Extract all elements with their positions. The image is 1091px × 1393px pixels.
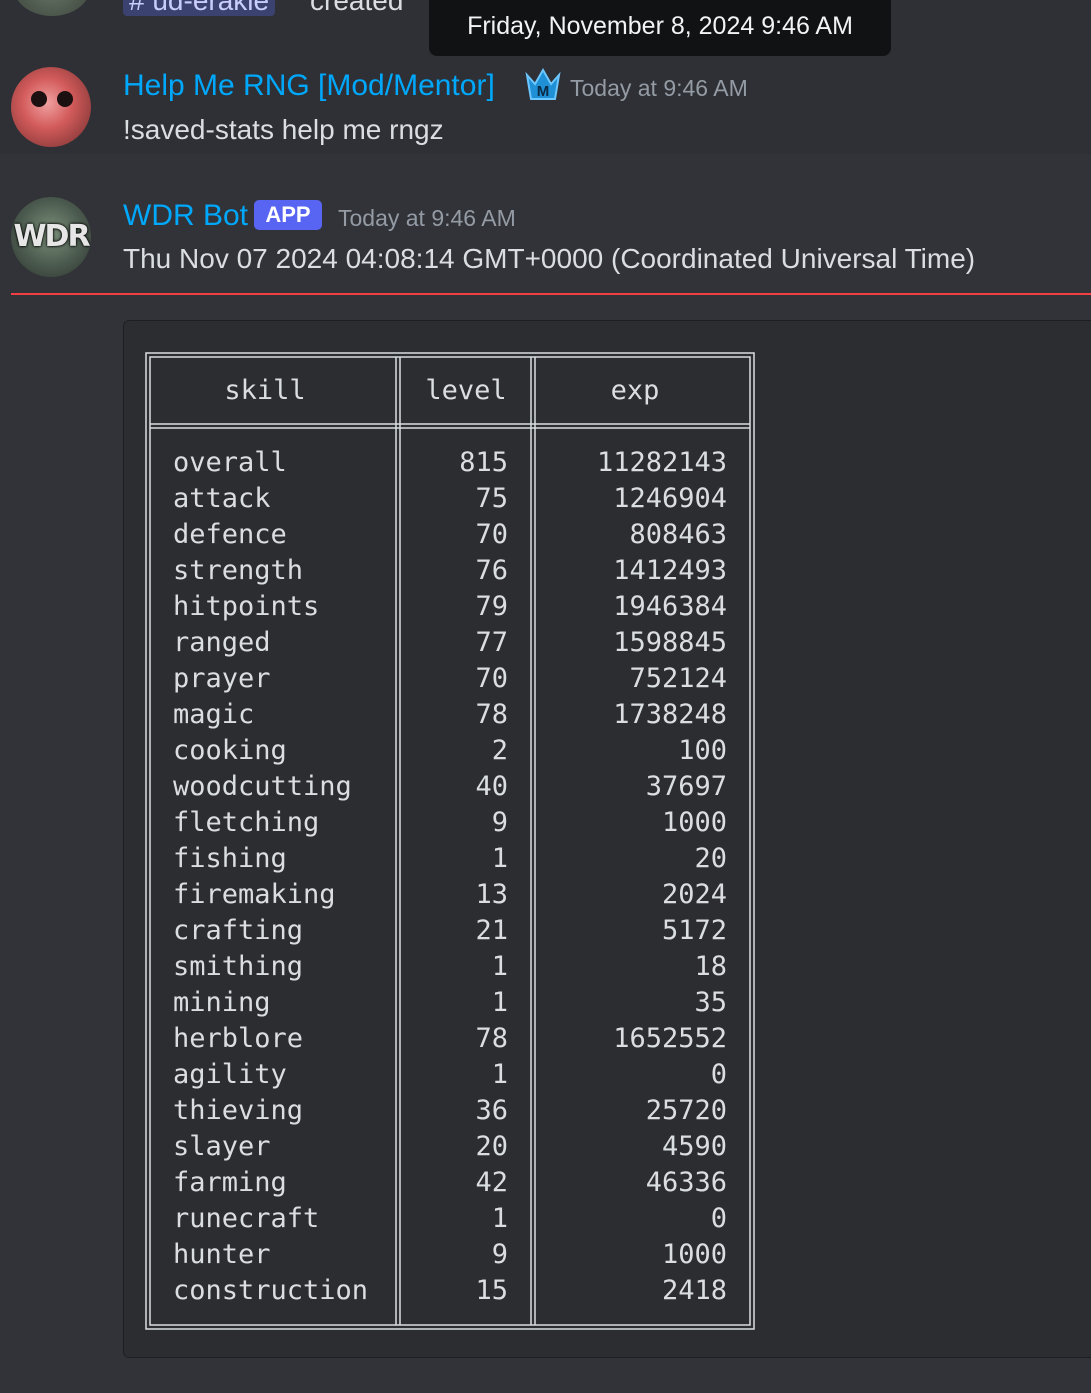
bot-username[interactable]: WDR Bot	[123, 198, 248, 234]
skill-cell: defence	[173, 519, 287, 550]
level-cell: 42	[475, 1167, 508, 1198]
mod-badge-letter: M	[537, 83, 550, 100]
exp-cell: 1652552	[613, 1023, 727, 1054]
skill-cell: cooking	[173, 735, 287, 766]
exp-cell: 100	[678, 735, 727, 766]
channel-mention[interactable]: # ud-erakle	[123, 0, 276, 16]
exp-cell: 1000	[662, 1239, 727, 1270]
message-help-me-rng[interactable]: Help Me RNG [Mod/Mentor] M Today at 9:46…	[0, 56, 1091, 154]
level-cell: 76	[475, 555, 508, 586]
exp-cell: 1000	[662, 807, 727, 838]
exp-cell: 25720	[646, 1095, 727, 1126]
level-cell: 1	[492, 1203, 508, 1234]
level-cell: 1	[492, 987, 508, 1018]
skill-cell: slayer	[173, 1131, 271, 1162]
new-messages-divider	[11, 293, 1091, 295]
level-cell: 77	[475, 627, 508, 658]
message-content: !saved-stats help me rngz	[123, 114, 444, 145]
level-cell: 9	[492, 807, 508, 838]
level-cell: 2	[492, 735, 508, 766]
table-header-level: level	[425, 375, 506, 406]
bot-message-timestamp[interactable]: Today at 9:46 AM	[338, 203, 516, 233]
skill-cell: herblore	[173, 1023, 303, 1054]
exp-cell: 1598845	[613, 627, 727, 658]
level-cell: 78	[475, 1023, 508, 1054]
level-cell: 1	[492, 1059, 508, 1090]
created-text: created	[310, 0, 404, 16]
exp-cell: 18	[694, 951, 727, 982]
level-cell: 21	[475, 915, 508, 946]
level-cell: 70	[475, 663, 508, 694]
exp-cell: 35	[694, 987, 727, 1018]
level-cell: 70	[475, 519, 508, 550]
level-cell: 1	[492, 843, 508, 874]
level-cell: 36	[475, 1095, 508, 1126]
level-cell: 75	[475, 483, 508, 514]
level-cell: 1	[492, 951, 508, 982]
skill-cell: magic	[173, 699, 254, 730]
bot-avatar[interactable]: WDR	[11, 197, 91, 277]
stats-table: skill level exp overall 815 11282143 attack 75 1…	[145, 352, 755, 1330]
level-cell: 13	[475, 879, 508, 910]
skill-cell: farming	[173, 1167, 287, 1198]
table-header-skill: skill	[224, 375, 305, 406]
exp-cell: 20	[694, 843, 727, 874]
exp-cell: 808463	[629, 519, 727, 550]
exp-cell: 37697	[646, 771, 727, 802]
exp-cell: 4590	[662, 1131, 727, 1162]
exp-cell: 2024	[662, 879, 727, 910]
skill-cell: mining	[173, 987, 271, 1018]
avatar[interactable]	[11, 67, 91, 147]
skill-cell: runecraft	[173, 1203, 319, 1234]
skill-cell: ranged	[173, 627, 271, 658]
exp-cell: 1946384	[613, 591, 727, 622]
exp-cell: 0	[711, 1203, 727, 1234]
username[interactable]: Help Me RNG [Mod/Mentor]	[123, 68, 495, 104]
skill-cell: fletching	[173, 807, 319, 838]
exp-cell: 2418	[662, 1275, 727, 1306]
exp-cell: 1412493	[613, 555, 727, 586]
level-cell: 78	[475, 699, 508, 730]
level-cell: 79	[475, 591, 508, 622]
level-cell: 40	[475, 771, 508, 802]
skill-cell: hunter	[173, 1239, 271, 1270]
skill-cell: crafting	[173, 915, 303, 946]
level-cell: 20	[475, 1131, 508, 1162]
skill-cell: strength	[173, 555, 303, 586]
exp-cell: 1738248	[613, 699, 727, 730]
table-header-exp: exp	[611, 375, 660, 406]
skill-cell: thieving	[173, 1095, 303, 1126]
exp-cell: 11282143	[597, 447, 727, 478]
mod-crown-icon[interactable]: M	[524, 66, 562, 104]
skill-cell: attack	[173, 483, 271, 514]
skill-cell: agility	[173, 1059, 287, 1090]
timestamp-tooltip: Friday, November 8, 2024 9:46 AM	[429, 0, 891, 56]
level-cell: 9	[492, 1239, 508, 1270]
message-timestamp[interactable]: Today at 9:46 AM	[570, 73, 748, 103]
exp-cell: 5172	[662, 915, 727, 946]
skill-cell: prayer	[173, 663, 271, 694]
skill-cell: fishing	[173, 843, 287, 874]
level-cell: 815	[459, 447, 508, 478]
bot-message-content: Thu Nov 07 2024 04:08:14 GMT+0000 (Coord…	[123, 243, 976, 274]
skill-cell: overall	[173, 447, 287, 478]
skill-cell: woodcutting	[173, 771, 352, 802]
skill-cell: construction	[173, 1275, 368, 1306]
exp-cell: 46336	[646, 1167, 727, 1198]
exp-cell: 0	[711, 1059, 727, 1090]
exp-cell: 752124	[629, 663, 727, 694]
skill-cell: firemaking	[173, 879, 336, 910]
skill-cell: smithing	[173, 951, 303, 982]
level-cell: 15	[475, 1275, 508, 1306]
exp-cell: 1246904	[613, 483, 727, 514]
bot-avatar-text: WDR	[13, 219, 90, 254]
skill-cell: hitpoints	[173, 591, 319, 622]
app-badge: APP	[254, 200, 322, 230]
